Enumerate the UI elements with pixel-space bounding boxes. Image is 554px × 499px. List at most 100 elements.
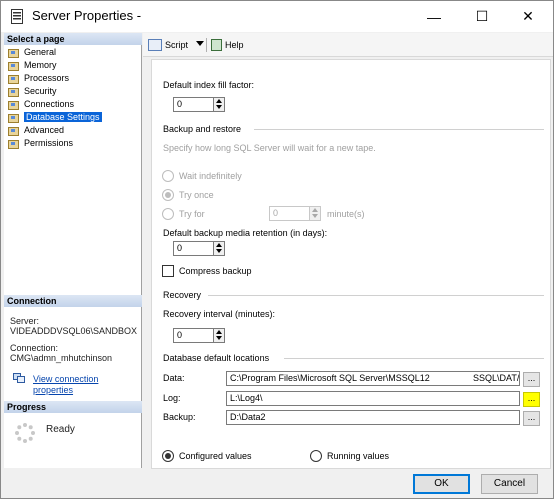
retention-value: 0 — [177, 243, 183, 253]
data-path-tail: SSQL\DAT/ — [473, 373, 520, 383]
retention-label: Default backup media retention (in days)… — [163, 228, 328, 238]
try-for-value: 0 — [273, 208, 279, 218]
minimize-button[interactable]: — — [411, 1, 457, 32]
log-location-label: Log: — [163, 393, 181, 403]
server-value: VIDEADDDVSQL06\SANDBOX — [10, 326, 138, 336]
log-path-input[interactable]: L:\Log4\ — [226, 391, 520, 406]
select-page-header: Select a page — [4, 33, 142, 45]
stepper-buttons[interactable] — [213, 98, 224, 111]
page-item-database-settings[interactable]: Database Settings — [8, 111, 102, 123]
spin-down-icon[interactable] — [312, 214, 318, 218]
server-properties-dialog: Server Properties - — ☐ ✕ Select a page … — [0, 0, 554, 499]
stepper-buttons[interactable] — [309, 207, 320, 220]
script-dropdown-icon[interactable] — [196, 41, 204, 46]
backup-location-label: Backup: — [163, 412, 196, 422]
compress-backup-checkbox[interactable] — [162, 265, 174, 277]
page-label: Processors — [24, 73, 70, 83]
spin-down-icon[interactable] — [216, 336, 222, 340]
progress-status: Ready — [46, 424, 75, 435]
retention-stepper[interactable]: 0 — [173, 241, 225, 256]
page-item-security[interactable]: Security — [8, 85, 57, 97]
spin-up-icon[interactable] — [312, 208, 318, 212]
page-icon — [8, 74, 19, 84]
data-path-input[interactable]: C:\Program Files\Microsoft SQL Server\MS… — [226, 371, 520, 386]
fill-factor-stepper[interactable]: 0 — [173, 97, 225, 112]
backup-restore-group-label: Backup and restore — [163, 124, 242, 134]
data-path-value: C:\Program Files\Microsoft SQL Server\MS… — [230, 373, 430, 383]
toolbar-separator — [206, 38, 207, 52]
minutes-unit-label: minute(s) — [327, 209, 365, 219]
group-divider — [254, 129, 544, 130]
script-icon — [148, 39, 162, 51]
spin-up-icon[interactable] — [216, 99, 222, 103]
locations-group-label: Database default locations — [163, 353, 270, 363]
page-item-memory[interactable]: Memory — [8, 59, 57, 71]
spin-up-icon[interactable] — [216, 243, 222, 247]
cancel-button[interactable]: Cancel — [481, 474, 538, 494]
running-values-radio[interactable] — [310, 450, 322, 462]
help-label: Help — [225, 40, 244, 50]
try-once-label: Try once — [179, 190, 214, 200]
recovery-interval-label: Recovery interval (minutes): — [163, 309, 276, 319]
stepper-buttons[interactable] — [213, 242, 224, 255]
left-panel: Select a page General Memory Processors … — [4, 33, 142, 468]
try-for-stepper[interactable]: 0 — [269, 206, 321, 221]
wait-indefinitely-radio[interactable] — [162, 170, 174, 182]
stepper-buttons[interactable] — [213, 329, 224, 342]
page-label: Database Settings — [24, 112, 102, 122]
backup-path-input[interactable]: D:\Data2 — [226, 410, 520, 425]
log-path-value: L:\Log4\ — [230, 393, 263, 403]
compress-backup-label: Compress backup — [179, 266, 252, 276]
try-for-radio[interactable] — [162, 208, 174, 220]
fill-factor-value: 0 — [177, 99, 183, 109]
server-label: Server: — [10, 316, 40, 326]
page-item-connections[interactable]: Connections — [8, 98, 74, 110]
script-button[interactable]: Script — [148, 37, 188, 53]
ok-button[interactable]: OK — [413, 474, 470, 494]
recovery-interval-stepper[interactable]: 0 — [173, 328, 225, 343]
page-item-advanced[interactable]: Advanced — [8, 124, 64, 136]
configured-values-radio[interactable] — [162, 450, 174, 462]
group-divider — [284, 358, 544, 359]
spin-down-icon[interactable] — [216, 249, 222, 253]
data-browse-button[interactable]: ... — [523, 372, 540, 387]
spin-up-icon[interactable] — [216, 330, 222, 334]
configured-values-label: Configured values — [179, 451, 252, 461]
server-icon — [11, 9, 23, 24]
page-icon — [8, 113, 19, 123]
toolbar: Script Help — [143, 33, 553, 57]
page-icon — [8, 87, 19, 97]
tape-hint: Specify how long SQL Server will wait fo… — [163, 143, 376, 153]
page-item-general[interactable]: General — [8, 46, 56, 58]
maximize-button[interactable]: ☐ — [459, 1, 505, 32]
page-label: Permissions — [24, 138, 74, 148]
help-icon — [211, 39, 222, 51]
wait-indefinitely-label: Wait indefinitely — [179, 171, 242, 181]
connection-value: CMG\admn_mhutchinson — [10, 353, 113, 363]
spin-down-icon[interactable] — [216, 105, 222, 109]
connection-label: Connection: — [10, 343, 59, 353]
page-label: Connections — [24, 99, 75, 109]
page-label: Memory — [24, 60, 57, 70]
group-divider — [208, 295, 544, 296]
connection-header: Connection — [4, 295, 142, 307]
page-label: Security — [24, 86, 57, 96]
page-label: Advanced — [24, 125, 65, 135]
page-item-processors[interactable]: Processors — [8, 72, 69, 84]
page-icon — [8, 48, 19, 58]
view-connection-properties-link-line2[interactable]: properties — [33, 385, 73, 396]
recovery-group-label: Recovery — [163, 290, 202, 300]
backup-browse-button[interactable]: ... — [523, 411, 540, 426]
recovery-interval-value: 0 — [177, 330, 183, 340]
log-browse-button[interactable]: ... — [523, 392, 540, 407]
progress-header: Progress — [4, 401, 142, 413]
page-item-permissions[interactable]: Permissions — [8, 137, 73, 149]
close-button[interactable]: ✕ — [505, 1, 551, 32]
try-once-radio[interactable] — [162, 189, 174, 201]
title-bar[interactable]: Server Properties - — ☐ ✕ — [1, 1, 553, 32]
try-for-label: Try for — [179, 209, 205, 219]
page-icon — [8, 61, 19, 71]
help-button[interactable]: Help — [211, 37, 244, 53]
page-icon — [8, 100, 19, 110]
view-connection-properties-link[interactable]: View connection — [33, 374, 98, 385]
